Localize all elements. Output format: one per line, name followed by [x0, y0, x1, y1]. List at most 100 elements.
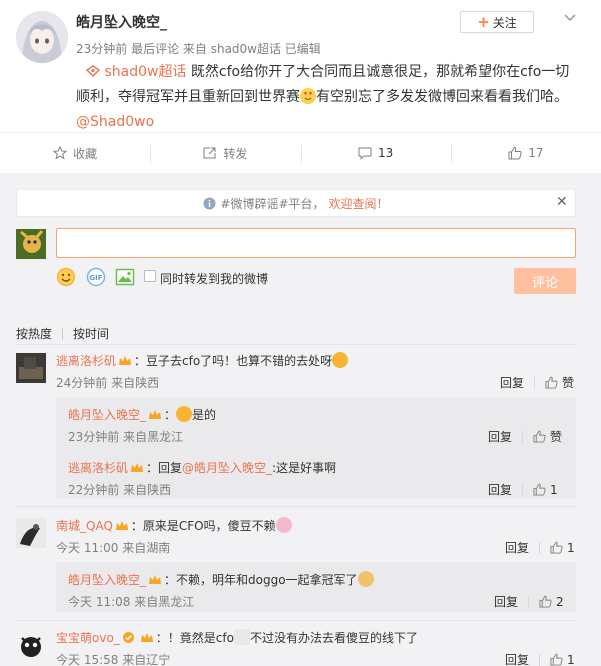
grin-emoji-icon — [176, 406, 193, 422]
notice-link[interactable]: 欢迎查阅！ — [329, 195, 389, 212]
forward-icon — [203, 147, 216, 159]
post-content: shad0w超话 既然cfo给你开了大合同而且诚意很足，那就希望你在cfo一切 … — [76, 60, 586, 135]
reply-button[interactable]: 回复 — [488, 481, 512, 498]
comment-avatar[interactable] — [16, 353, 46, 383]
sort-tabs: 按热度 按时间 — [16, 325, 109, 342]
thumb-up-icon — [539, 595, 552, 608]
collect-button[interactable]: 收藏 — [0, 133, 150, 173]
gif-icon[interactable]: GIF — [86, 267, 106, 287]
comment-avatar[interactable] — [16, 630, 46, 660]
reply-meta: 22分钟前 来自陕西 — [68, 483, 172, 497]
comment-like-button[interactable]: 赞 — [545, 374, 574, 391]
replier-name[interactable]: 逃离洛杉矶 — [68, 461, 128, 475]
reply-body-2: 是的 — [192, 408, 217, 422]
replier-name[interactable]: 皓月坠入晚空_ — [68, 408, 146, 422]
commenter-name[interactable]: 宝宝萌ovo_ — [56, 631, 120, 645]
collect-label: 收藏 — [73, 146, 98, 161]
comment-input[interactable] — [56, 228, 576, 258]
submit-comment-button[interactable]: 评论 — [514, 268, 576, 294]
heart-eyes-emoji-icon — [300, 88, 316, 104]
image-icon[interactable] — [115, 267, 135, 287]
comment-button[interactable]: 13 — [300, 133, 451, 173]
comment-avatar[interactable] — [16, 518, 46, 548]
supertopic-icon — [85, 64, 104, 80]
reply-like-count: 2 — [556, 594, 564, 609]
thumb-up-icon — [533, 430, 546, 443]
sort-by-time[interactable]: 按时间 — [73, 325, 109, 342]
thumb-up-icon — [508, 146, 522, 160]
reply-actions: 回复 1 — [488, 481, 558, 498]
reply-actions: 回复 2 — [494, 593, 564, 610]
comment-text: 逃离洛杉矶 ：豆子去cfo了吗！也算不错的去处呀 — [56, 352, 349, 369]
svg-text:GIF: GIF — [89, 274, 102, 282]
plus-icon: + — [477, 12, 490, 31]
author-name[interactable]: 皓月坠入晚空_ — [76, 12, 167, 32]
forward-button[interactable]: 转发 — [150, 133, 300, 173]
comment-icon — [358, 147, 372, 160]
sort-divider-line — [16, 344, 576, 345]
reply-button[interactable]: 回复 — [488, 428, 512, 445]
reply-meta: 今天 11:08 来自黑龙江 — [68, 595, 195, 609]
post-text-2: 顺利，夺得冠军并且重新回到世界赛 — [76, 89, 300, 105]
author-avatar[interactable] — [16, 11, 68, 63]
comment-body: ：豆子去cfo了吗！也算不错的去处呀 — [134, 354, 333, 368]
forward-checkbox-label[interactable]: 同时转发到我的微博 — [160, 270, 268, 287]
commenter-name[interactable]: 逃离洛杉矶 — [56, 354, 116, 368]
follow-label: 关注 — [492, 15, 517, 30]
my-avatar[interactable] — [16, 229, 46, 259]
post-meta: 23分钟前 最后评论 来自 shad0w超话 已编辑 — [76, 42, 321, 56]
sort-by-hot[interactable]: 按热度 — [16, 325, 52, 342]
vip-crown-icon — [140, 632, 154, 644]
reply-like-button[interactable]: 1 — [533, 483, 558, 497]
commenter-name[interactable]: 南城_QAQ — [56, 519, 113, 533]
comment-text: 宝宝萌ovo_ ：！竟然是cfo 不过没有办法去看傻豆的线下了 — [56, 629, 418, 646]
reply-like-button[interactable]: 赞 — [533, 428, 562, 445]
reply-button[interactable]: 回复 — [494, 593, 518, 610]
forward-label: 转发 — [223, 146, 248, 161]
follow-button[interactable]: + 关注 — [460, 11, 534, 33]
laugh-emoji-icon — [233, 629, 250, 645]
chevron-down-icon[interactable] — [563, 10, 577, 24]
vip-crown-icon — [115, 520, 129, 532]
reply-mention[interactable]: @皓月坠入晚空_ — [182, 461, 272, 475]
forward-checkbox[interactable] — [144, 270, 156, 282]
reply-button[interactable]: 回复 — [505, 539, 529, 556]
post-text-1: 既然cfo给你开了大合同而且诚意很足，那就希望你在cfo一切 — [190, 64, 570, 80]
thumb-up-icon — [550, 653, 563, 666]
notice-text: #微博辟谣#平台， — [220, 196, 325, 211]
like-button[interactable]: 17 — [450, 133, 601, 173]
comment-meta: 24分钟前 来自陕西 — [56, 376, 160, 390]
verified-icon — [122, 631, 136, 643]
info-icon — [203, 197, 216, 209]
star-icon — [53, 146, 68, 160]
comment-count: 13 — [377, 146, 394, 160]
comment-divider — [16, 620, 576, 621]
reply-actions: 回复 赞 — [488, 428, 562, 445]
reply-text: 皓月坠入晚空_ ： 是的 — [68, 406, 216, 423]
comment-body: ：！竟然是cfo — [155, 631, 234, 645]
replier-name[interactable]: 皓月坠入晚空_ — [68, 573, 146, 587]
comment-like-count: 1 — [567, 540, 575, 555]
mention-link[interactable]: @Shad0wo — [76, 114, 154, 130]
reply-body: ： — [164, 408, 177, 422]
reply-like-button[interactable]: 2 — [539, 595, 564, 609]
comment-like-button[interactable]: 1 — [550, 541, 575, 555]
reply-button[interactable]: 回复 — [505, 651, 529, 666]
comment-actions: 回复 赞 — [500, 374, 574, 391]
bunny-emoji-icon — [275, 517, 292, 533]
supertopic-link[interactable]: shad0w超话 — [104, 64, 186, 80]
emoji-icon[interactable] — [56, 267, 76, 287]
action-separator — [534, 376, 536, 389]
reply-like-count: 赞 — [550, 430, 563, 444]
post-text-3: 有空别忘了多发发微博回来看看我们哈。 — [316, 89, 568, 105]
thumb-up-icon — [533, 483, 546, 496]
vip-crown-icon — [148, 574, 162, 586]
reply-button[interactable]: 回复 — [500, 374, 524, 391]
rumor-notice: #微博辟谣#平台， 欢迎查阅！ — [16, 189, 576, 217]
comment-body: ：原来是CFO吗，傻豆不赖 — [130, 519, 276, 533]
comment-like-button[interactable]: 1 — [550, 653, 575, 666]
comment-text: 南城_QAQ ：原来是CFO吗，傻豆不赖 — [56, 517, 292, 534]
close-icon[interactable]: ✕ — [556, 195, 568, 209]
action-separator — [522, 430, 524, 443]
action-separator — [539, 541, 541, 554]
